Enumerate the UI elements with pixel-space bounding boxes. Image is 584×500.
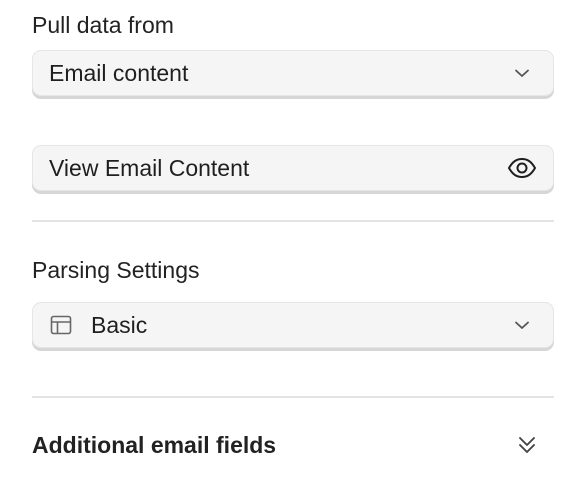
view-email-content-button[interactable]: View Email Content bbox=[32, 145, 554, 191]
section-divider bbox=[32, 396, 554, 398]
additional-email-fields-toggle[interactable]: Additional email fields bbox=[32, 427, 542, 463]
chevron-down-icon bbox=[507, 310, 537, 340]
view-email-content-label: View Email Content bbox=[49, 154, 250, 181]
parsing-settings-select[interactable]: Basic bbox=[32, 302, 554, 348]
parsing-settings-title: Parsing Settings bbox=[32, 257, 200, 283]
layout-icon bbox=[49, 313, 73, 337]
double-chevron-down-icon bbox=[512, 430, 542, 460]
pull-data-select[interactable]: Email content bbox=[32, 50, 554, 96]
eye-icon bbox=[507, 153, 537, 183]
parsing-selected-value: Basic bbox=[91, 311, 148, 338]
pull-data-selected-value: Email content bbox=[49, 59, 189, 86]
additional-email-fields-title: Additional email fields bbox=[32, 431, 277, 458]
chevron-down-icon bbox=[507, 58, 537, 88]
section-divider bbox=[32, 220, 554, 222]
pull-data-label: Pull data from bbox=[32, 12, 174, 38]
